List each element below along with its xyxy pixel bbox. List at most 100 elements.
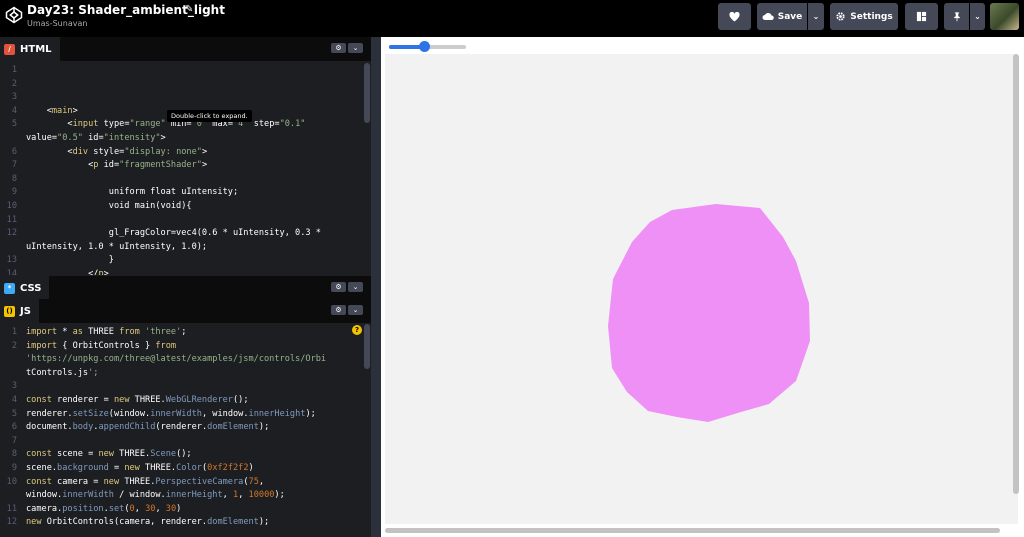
code-line[interactable]: 9 scene.background = new THREE.Color(0xf2… (0, 462, 371, 475)
html-editor-scrollbar[interactable] (364, 63, 370, 123)
code-line[interactable]: tControls.js'; (0, 367, 371, 380)
line-number: 12 (6, 517, 17, 528)
js-settings-icon[interactable]: ⚙ (331, 305, 346, 315)
top-bar: Day23: Shader_ambient_light ✎ Umas-Sunav… (0, 0, 1024, 36)
code-text: <input type="range" min="0" max="4" step… (26, 119, 306, 130)
line-number: 3 (11, 92, 17, 103)
pen-title[interactable]: Day23: Shader_ambient_light (27, 3, 225, 17)
pin-icon (953, 12, 960, 22)
html-collapse-icon[interactable]: ⌄ (348, 43, 363, 53)
html-icon: / (4, 43, 15, 55)
save-dropdown-button[interactable]: ⌄ (808, 3, 824, 30)
line-number: 9 (11, 187, 17, 198)
code-line[interactable]: 6 document.body.appendChild(renderer.domE… (0, 421, 371, 434)
code-line[interactable]: 13 } (0, 254, 371, 267)
tab-html[interactable]: / HTML (0, 37, 60, 61)
codepen-logo-icon[interactable] (5, 6, 23, 24)
code-text: <div style="display: none"> (26, 146, 208, 157)
author-name[interactable]: Umas-Sunavan (27, 19, 87, 28)
code-line[interactable]: 3 (0, 91, 371, 104)
code-line[interactable]: 8 const scene = new THREE.Scene(); (0, 448, 371, 461)
pencil-icon[interactable]: ✎ (185, 4, 193, 15)
code-line[interactable]: 11 (0, 214, 371, 227)
code-line[interactable]: 5 renderer.setSize(window.innerWidth, win… (0, 408, 371, 421)
code-line[interactable]: 10 const camera = new THREE.PerspectiveCa… (0, 476, 371, 489)
webgl-canvas[interactable] (385, 54, 1018, 524)
preview-horizontal-scrollbar[interactable] (385, 528, 1000, 533)
code-line[interactable]: 9 uniform float uIntensity; (0, 186, 371, 199)
preview-vertical-scrollbar[interactable] (1013, 54, 1019, 494)
code-line[interactable]: 12 gl_FragColor=vec4(0.6 * uIntensity, 0… (0, 227, 371, 240)
code-line[interactable]: 1 (0, 64, 371, 77)
pane-resizer[interactable] (371, 37, 381, 537)
code-line[interactable]: 1 import * as THREE from 'three'; (0, 326, 371, 339)
code-line[interactable]: 2 import { OrbitControls } from (0, 340, 371, 353)
code-text: document.body.appendChild(renderer.domEl… (26, 422, 270, 433)
css-settings-icon[interactable]: ⚙ (331, 282, 346, 292)
code-text: value="0.5" id="intensity"> (26, 133, 166, 143)
line-number: 9 (11, 463, 17, 473)
code-text: import * as THREE from 'three'; (26, 327, 187, 337)
line-number: 5 (11, 119, 17, 130)
line-number: 8 (11, 449, 17, 460)
line-number: 2 (11, 340, 17, 351)
save-button[interactable]: Save (757, 3, 807, 30)
pin-button[interactable] (944, 3, 969, 30)
html-editor[interactable]: 1234 <main> 5 <input type="range" min="0"… (0, 61, 371, 275)
heart-button[interactable] (718, 3, 751, 30)
tab-css-label: CSS (20, 282, 42, 294)
warning-icon[interactable]: ? (352, 325, 362, 335)
pin-dropdown-button[interactable]: ⌄ (970, 3, 985, 30)
code-line[interactable]: 2 (0, 78, 371, 91)
line-number: 10 (6, 201, 17, 211)
line-number: 5 (11, 408, 17, 419)
code-text: </p> (26, 269, 109, 275)
code-text: gl_FragColor=vec4(0.6 * uIntensity, 0.3 … (26, 228, 321, 239)
line-number: 7 (11, 160, 17, 171)
settings-button[interactable]: Settings (830, 3, 898, 30)
code-line[interactable]: 11 camera.position.set(0, 30, 30) (0, 503, 371, 516)
js-editor-scrollbar[interactable] (364, 324, 370, 369)
code-text: uIntensity, 1.0 * uIntensity, 1.0); (26, 241, 208, 252)
gear-icon (836, 12, 845, 21)
tooltip: Double-click to expand. (167, 110, 252, 122)
js-panel-header: () JS ⚙ ⌄ (0, 299, 371, 323)
line-number: 4 (11, 395, 17, 405)
tab-js[interactable]: () JS (0, 299, 39, 323)
avatar[interactable] (990, 3, 1019, 30)
code-text: void main(void){ (26, 201, 192, 211)
code-line[interactable]: value="0.5" id="intensity"> (0, 132, 371, 145)
code-line[interactable]: 7 <p id="fragmentShader"> (0, 159, 371, 172)
tab-css[interactable]: * CSS (0, 276, 50, 300)
code-line[interactable]: 3 (0, 380, 371, 393)
code-text: new OrbitControls(camera, renderer.domEl… (26, 517, 270, 528)
code-line[interactable]: window.innerWidth / window.innerHeight, … (0, 489, 371, 502)
line-number: 14 (6, 269, 17, 275)
layout-button[interactable] (905, 3, 938, 30)
code-text: window.innerWidth / window.innerHeight, … (26, 490, 285, 501)
line-number: 11 (6, 214, 17, 225)
tab-html-label: HTML (20, 43, 52, 55)
line-number: 7 (11, 435, 17, 446)
code-line[interactable]: 6 <div style="display: none"> (0, 146, 371, 159)
js-editor[interactable]: 1 import * as THREE from 'three'; 2 import … (0, 323, 371, 537)
code-line[interactable]: 7 (0, 435, 371, 448)
code-line[interactable]: 'https://unpkg.com/three@latest/examples… (0, 353, 371, 366)
code-line[interactable]: 8 (0, 173, 371, 186)
code-line[interactable]: 10 void main(void){ (0, 200, 371, 213)
code-line[interactable]: 14 </p> (0, 268, 371, 275)
intensity-slider[interactable] (389, 41, 466, 52)
code-line[interactable]: 4 const renderer = new THREE.WebGLRendere… (0, 394, 371, 407)
js-collapse-icon[interactable]: ⌄ (348, 305, 363, 315)
code-text: camera.position.set(0, 30, 30) (26, 503, 182, 514)
code-text: const renderer = new THREE.WebGLRenderer… (26, 395, 249, 405)
code-text: const scene = new THREE.Scene(); (26, 449, 192, 460)
code-line[interactable]: uIntensity, 1.0 * uIntensity, 1.0); (0, 241, 371, 254)
line-number: 10 (6, 476, 17, 487)
html-settings-icon[interactable]: ⚙ (331, 43, 346, 53)
line-number: 3 (11, 381, 17, 392)
code-line[interactable]: 12 new OrbitControls(camera, renderer.dom… (0, 516, 371, 529)
css-collapse-icon[interactable]: ⌄ (348, 282, 363, 292)
slider-thumb[interactable] (419, 41, 430, 52)
heart-icon (729, 11, 740, 22)
